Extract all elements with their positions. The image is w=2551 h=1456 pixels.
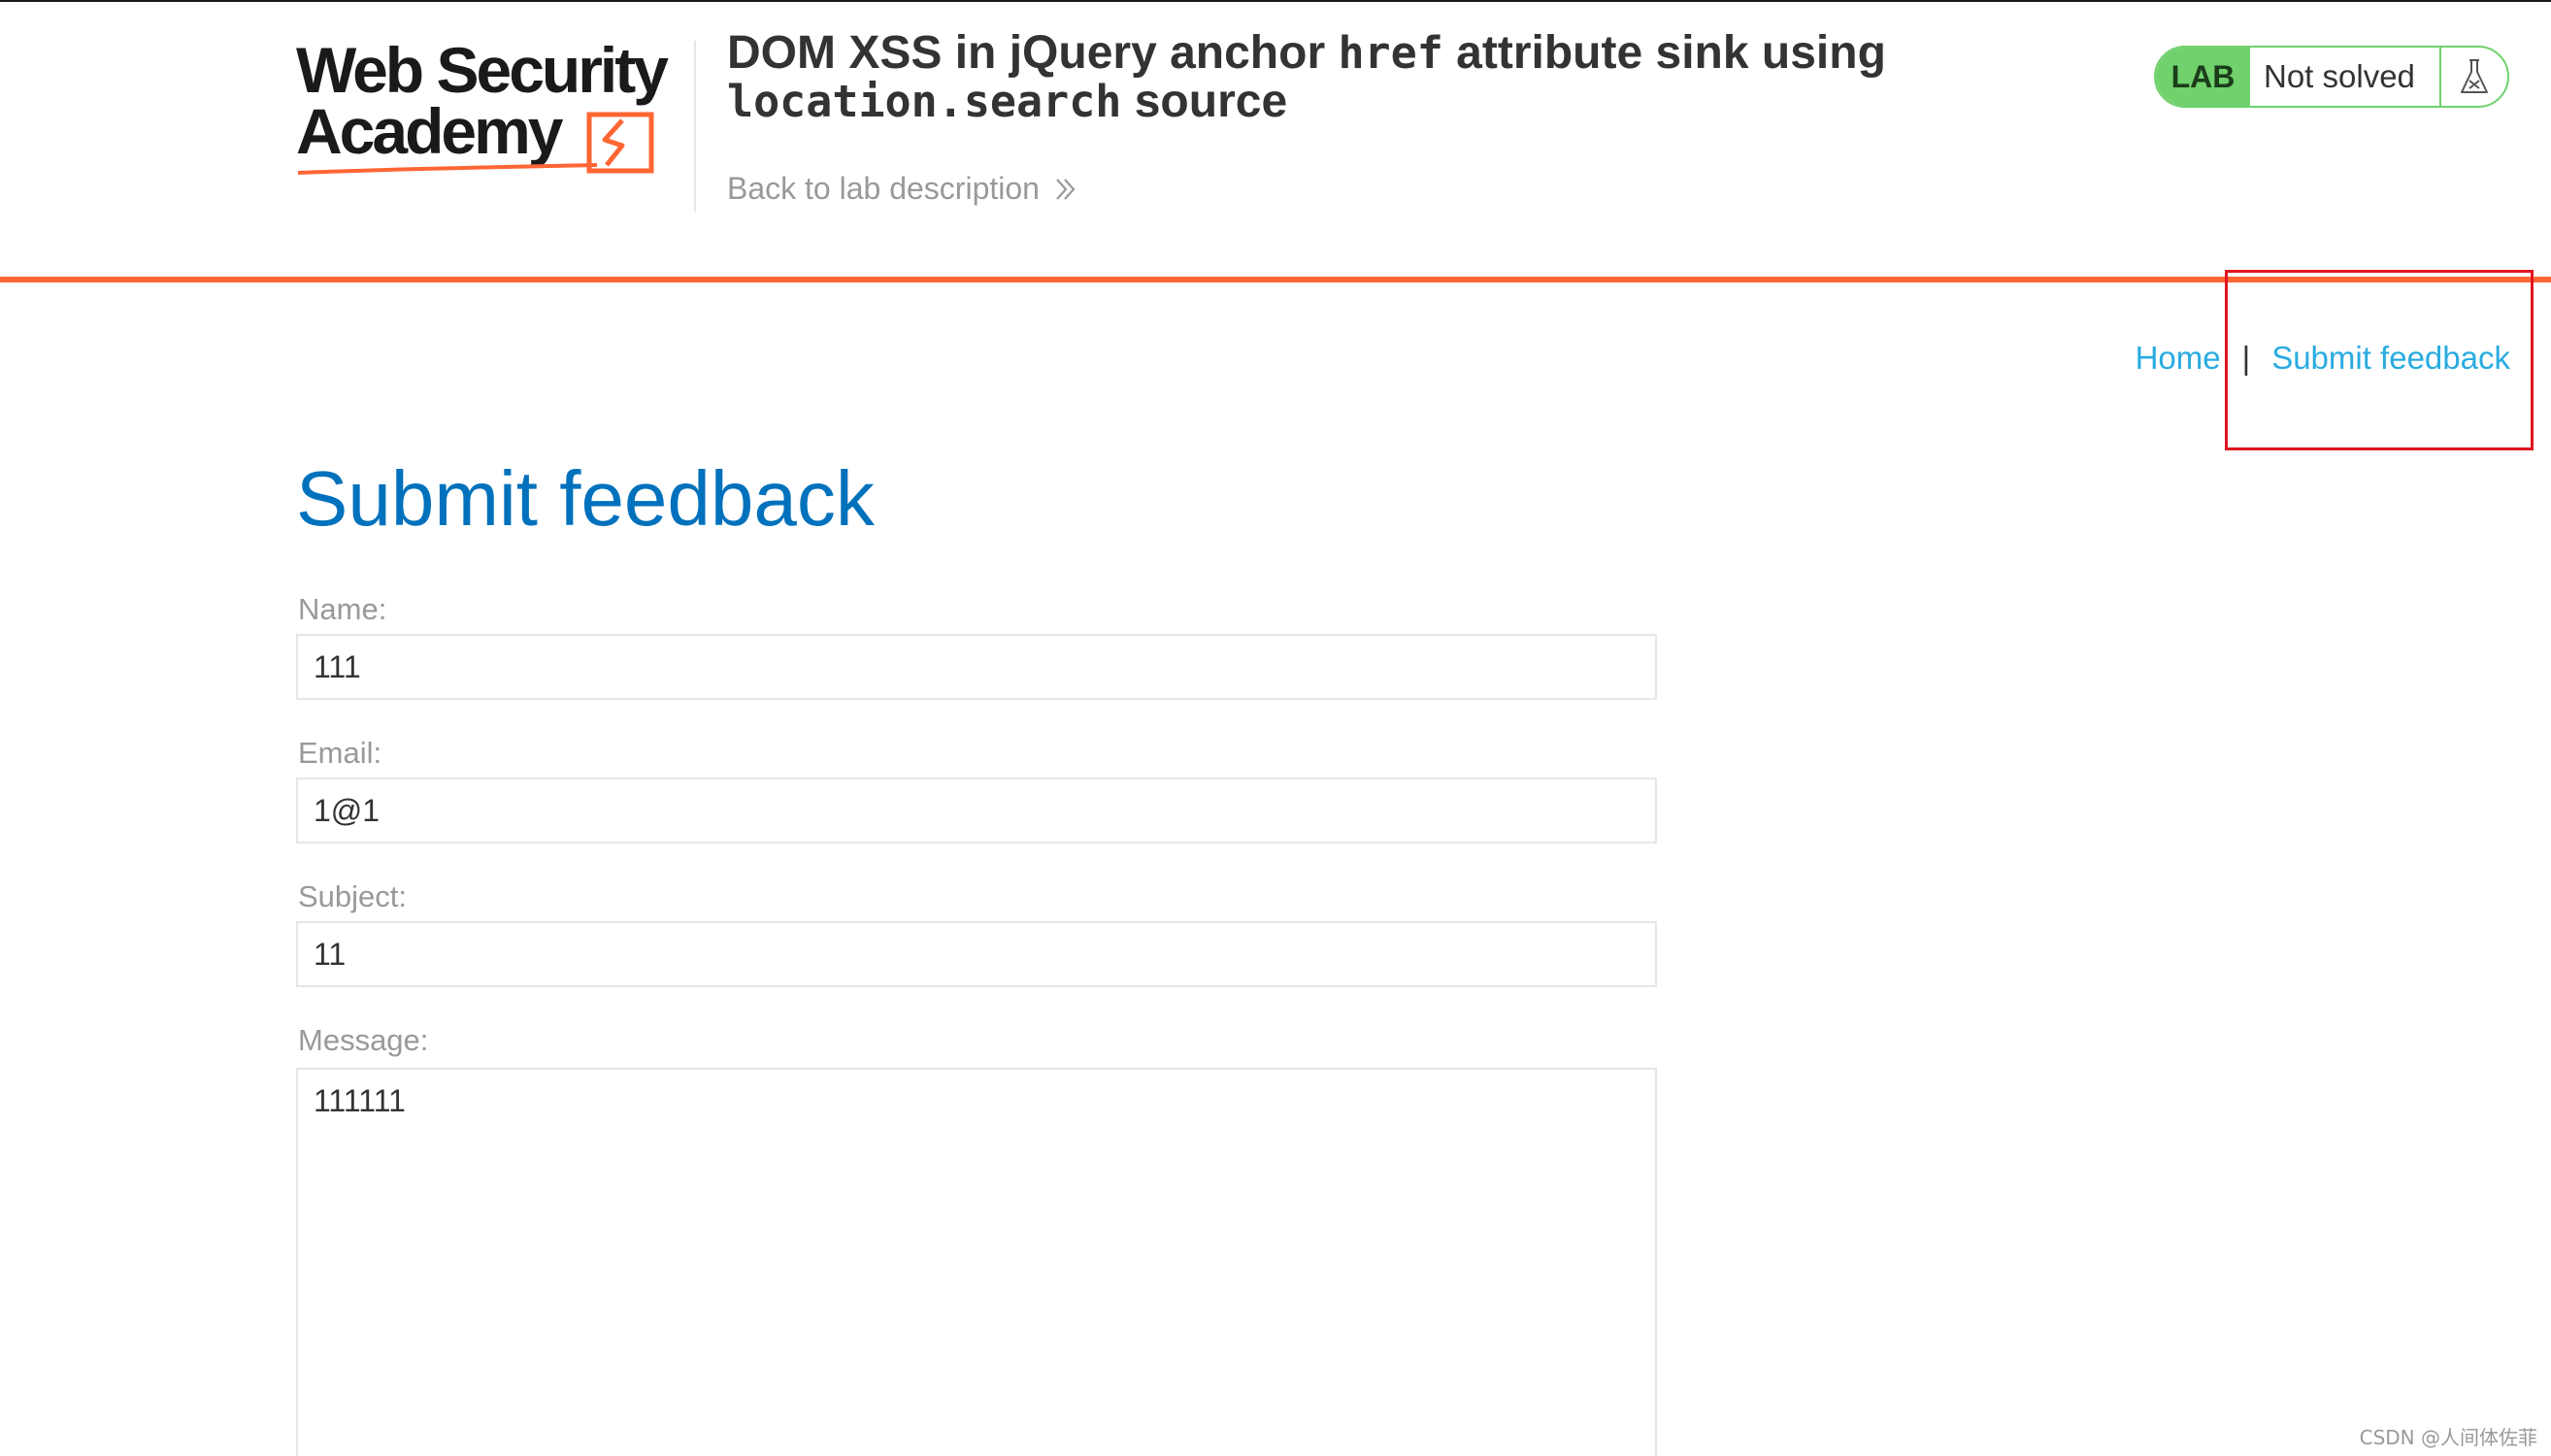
lab-status-badge: LAB Not solved: [2154, 46, 2509, 108]
web-security-academy-logo[interactable]: Web Security Academy: [296, 39, 689, 184]
header-divider: [694, 41, 696, 212]
flask-icon: [2441, 48, 2507, 106]
top-border: [0, 0, 2551, 2]
logo-line2: Academy: [296, 95, 564, 167]
subject-field[interactable]: [296, 921, 1657, 987]
lab-badge-status: Not solved: [2250, 48, 2441, 106]
back-link-label: Back to lab description: [727, 171, 1040, 206]
lab-title: DOM XSS in jQuery anchor href attribute …: [727, 27, 1886, 127]
lab-title-block: DOM XSS in jQuery anchor href attribute …: [727, 29, 1892, 126]
logo-lightning-icon: [602, 118, 625, 167]
nav-submit-feedback-link[interactable]: Submit feedback: [2271, 340, 2510, 377]
back-to-lab-description-link[interactable]: Back to lab description: [727, 171, 1078, 207]
name-label: Name:: [298, 592, 387, 626]
subject-label: Subject:: [298, 879, 408, 913]
email-label: Email:: [298, 736, 382, 770]
message-label: Message:: [298, 1023, 429, 1057]
header-accent-bar: [0, 277, 2551, 282]
top-nav: Home | Submit feedback: [2136, 340, 2510, 377]
nav-home-link[interactable]: Home: [2136, 340, 2221, 377]
lab-badge-tag: LAB: [2156, 48, 2250, 106]
logo-graphic: Web Security Academy: [296, 39, 672, 175]
email-field[interactable]: [296, 778, 1657, 844]
page-title: Submit feedback: [296, 455, 875, 542]
name-field[interactable]: [296, 634, 1657, 700]
nav-separator: |: [2241, 340, 2251, 376]
double-chevron-right-icon: [1056, 178, 1076, 200]
message-field[interactable]: 111111: [296, 1068, 1657, 1456]
watermark: CSDN @人间体佐菲: [2359, 1426, 2537, 1449]
